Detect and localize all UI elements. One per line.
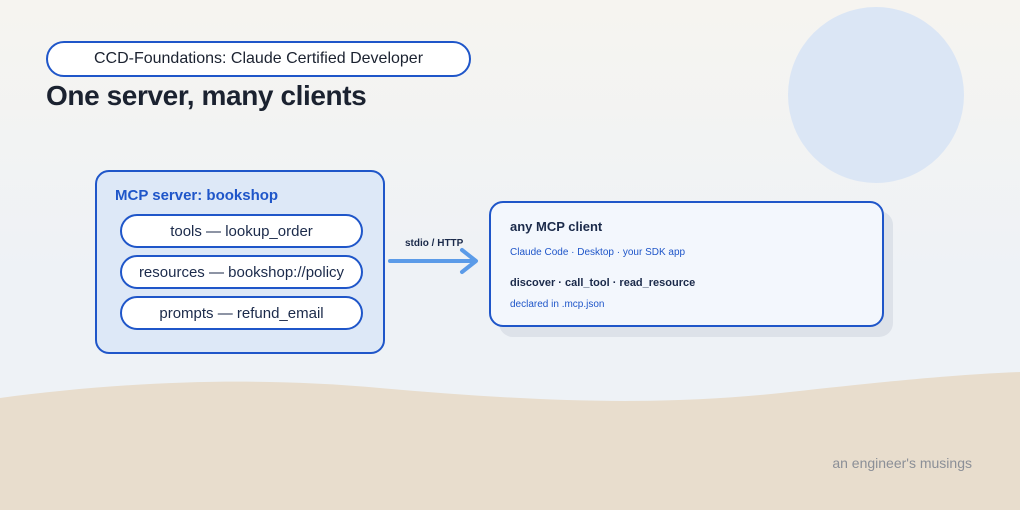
mcp-server-title: MCP server: bookshop [115, 187, 279, 204]
sand-wave [0, 372, 1020, 510]
capability-prompts: prompts — refund_email [120, 296, 363, 330]
mcp-server-box: MCP server: bookshop tools — lookup_orde… [95, 170, 385, 354]
connection-arrow [388, 248, 478, 274]
mcp-client-operations: discover · call_tool · read_resource [510, 277, 696, 289]
capability-resources-label: resources — bookshop://policy [138, 263, 345, 281]
mcp-client-examples: Claude Code · Desktop · your SDK app [510, 247, 686, 258]
mcp-client-title: any MCP client [510, 219, 603, 234]
author-signature: an engineer's musings [832, 455, 972, 471]
page-title: One server, many clients [46, 80, 367, 111]
decorative-circle [788, 7, 964, 183]
certification-badge: CCD-Foundations: Claude Certified Develo… [46, 41, 471, 77]
capability-resources: resources — bookshop://policy [120, 255, 363, 289]
capability-tools-label: tools — lookup_order [170, 222, 313, 240]
certification-badge-label: CCD-Foundations: Claude Certified Develo… [93, 50, 424, 67]
capability-tools: tools — lookup_order [120, 214, 363, 248]
capability-prompts-label: prompts — refund_email [159, 304, 324, 322]
mcp-client-box: any MCP client Claude Code · Desktop · y… [489, 201, 884, 327]
mcp-client-config: declared in .mcp.json [510, 299, 605, 310]
